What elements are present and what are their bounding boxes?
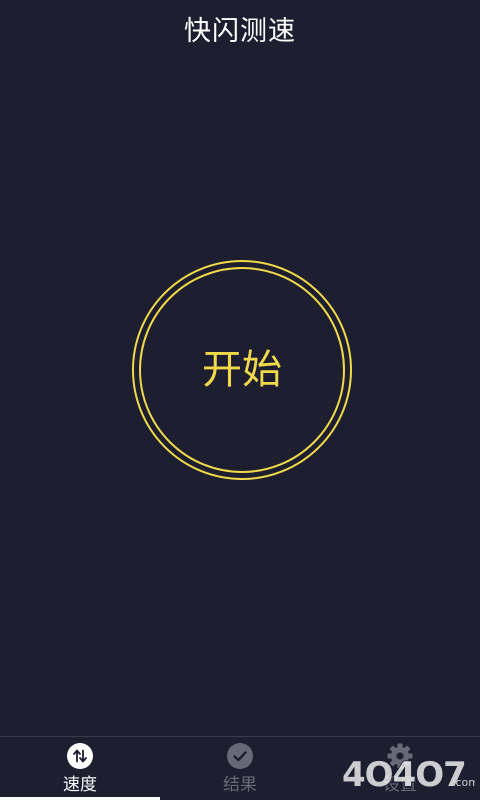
up-down-arrows-icon: [67, 743, 93, 769]
tab-results[interactable]: 结果: [160, 737, 320, 800]
app-title: 快闪测速: [184, 16, 296, 47]
tab-speed-label: 速度: [63, 775, 97, 795]
watermark-suffix: .com: [452, 776, 475, 789]
start-button[interactable]: 开始: [132, 260, 352, 480]
start-button-label: 开始: [202, 347, 282, 393]
check-circle-icon: [227, 743, 253, 769]
tab-results-label: 结果: [223, 775, 257, 795]
tab-speed[interactable]: 速度: [0, 737, 160, 800]
watermark-text: 4O4O7: [342, 755, 466, 794]
site-watermark: 4O4O7 .com: [341, 754, 475, 794]
